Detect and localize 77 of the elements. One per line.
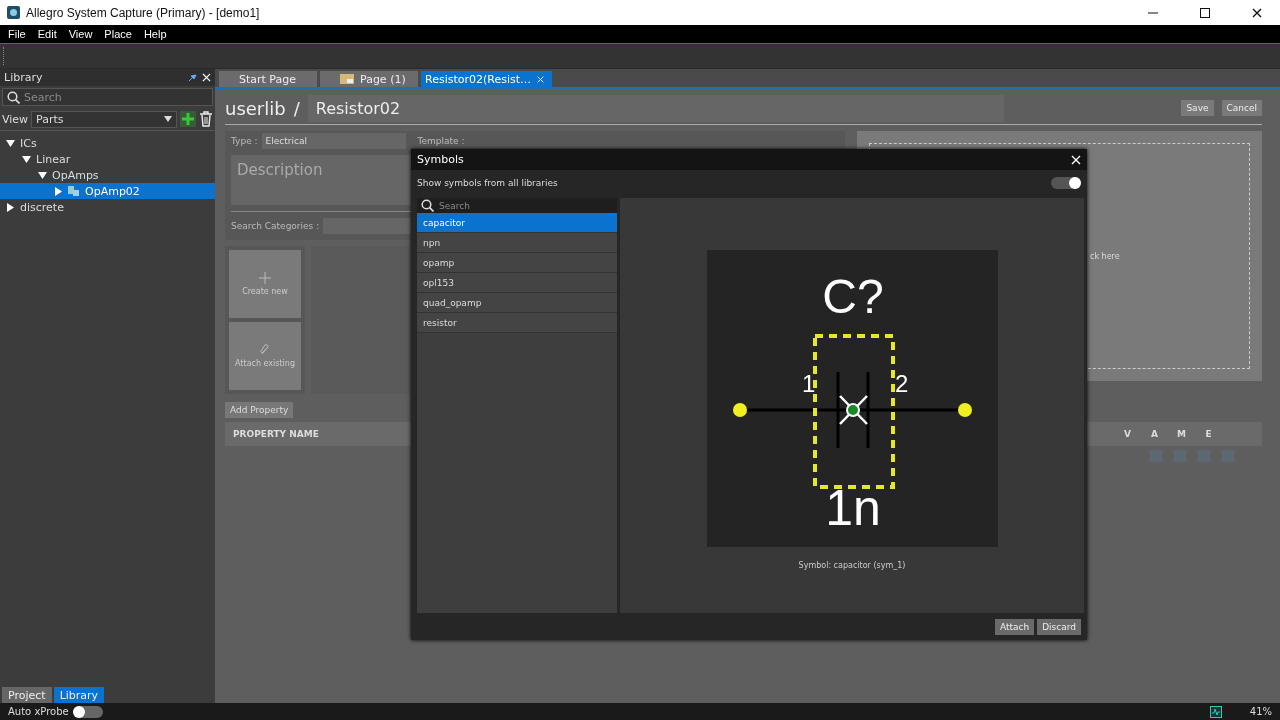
- column-header: V: [1123, 429, 1132, 439]
- dialog-button[interactable]: Attach: [994, 618, 1035, 635]
- document-tab[interactable]: Resistor02(Resist…: [421, 71, 553, 87]
- column-header: E: [1204, 429, 1213, 439]
- column-header: M: [1176, 429, 1187, 439]
- checkbox[interactable]: [1198, 450, 1210, 462]
- header-button[interactable]: Save: [1181, 100, 1214, 116]
- symbol-item[interactable]: opl153: [417, 273, 617, 293]
- page-icon: [340, 74, 354, 84]
- column-header: A: [1150, 429, 1159, 439]
- search-icon: [7, 90, 20, 104]
- status-icon[interactable]: [1209, 705, 1222, 718]
- attach-existing-tile[interactable]: Attach existing: [229, 322, 301, 390]
- search-field[interactable]: Search: [2, 88, 213, 106]
- pin-number: 1: [801, 370, 815, 397]
- pin-number: 2: [894, 370, 908, 397]
- plus-icon: [259, 272, 271, 284]
- view-dropdown[interactable]: Parts: [31, 110, 177, 128]
- library-name: userlib: [225, 97, 286, 119]
- part-name-field[interactable]: Resistor02: [307, 94, 1004, 122]
- reference-designator: C?: [821, 270, 884, 323]
- zoom-level: 41%: [1249, 706, 1272, 717]
- show-all-toggle[interactable]: [1051, 177, 1081, 189]
- minimize-icon[interactable]: [1148, 11, 1158, 14]
- menu-item[interactable]: View: [62, 28, 99, 40]
- type-dropdown[interactable]: Electrical: [261, 133, 406, 149]
- dialog-title: Symbols: [417, 153, 464, 166]
- document-tab[interactable]: Start Page: [219, 71, 317, 87]
- add-property-button[interactable]: Add Property: [225, 402, 294, 418]
- panel-title: Library: [4, 71, 44, 84]
- symbol-caption: Symbol: capacitor (sym_1): [798, 561, 906, 570]
- create-new-tile[interactable]: Create new: [229, 250, 301, 318]
- path-separator: /: [293, 97, 300, 119]
- xprobe-toggle[interactable]: [72, 705, 103, 718]
- search-categories-label: Search Categories :: [231, 221, 320, 231]
- tree-item[interactable]: Linear: [0, 151, 215, 167]
- type-label: Type :: [231, 136, 258, 146]
- panel-tab[interactable]: Project: [2, 687, 52, 703]
- symbol-item[interactable]: capacitor: [417, 213, 617, 233]
- checkbox[interactable]: [1174, 450, 1186, 462]
- template-label: Template :: [417, 136, 465, 146]
- search-icon: [421, 199, 434, 212]
- xprobe-label: Auto xProbe: [8, 706, 69, 717]
- value-label: 1n: [824, 480, 881, 536]
- symbol-item[interactable]: npn: [417, 233, 617, 253]
- dialog-button[interactable]: Discard: [1037, 618, 1081, 635]
- tree-item[interactable]: discrete: [0, 199, 215, 215]
- toggle-label: Show symbols from all libraries: [417, 178, 558, 188]
- search-field[interactable]: Search: [417, 198, 617, 213]
- tree-item[interactable]: ICs: [0, 135, 215, 151]
- caret-right-icon[interactable]: [54, 186, 63, 196]
- menu-item[interactable]: Edit: [31, 28, 63, 40]
- menu-item[interactable]: File: [2, 28, 32, 40]
- checkbox[interactable]: [1150, 450, 1162, 462]
- symbol-item[interactable]: opamp: [417, 253, 617, 273]
- document-tab[interactable]: Page (1): [320, 71, 418, 87]
- view-label: View: [2, 112, 29, 126]
- app-logo-icon: [7, 6, 20, 19]
- symbol-item[interactable]: resistor: [417, 313, 617, 333]
- checkbox[interactable]: [1222, 450, 1234, 462]
- window-title: Allegro System Capture (Primary) - [demo1]: [26, 5, 260, 20]
- dropdown-caret-icon[interactable]: [164, 116, 172, 122]
- part-icon: [68, 185, 80, 197]
- trash-icon[interactable]: [199, 111, 213, 127]
- menu-item[interactable]: Help: [137, 28, 173, 40]
- caret-right-icon[interactable]: [6, 202, 15, 212]
- tree-item[interactable]: OpAmp02: [0, 183, 215, 199]
- column-header: PROPERTY NAME: [232, 429, 320, 439]
- panel-tab[interactable]: Library: [53, 687, 105, 703]
- tree-item[interactable]: OpAmps: [0, 167, 215, 183]
- pin-icon[interactable]: [188, 73, 197, 82]
- maximize-icon[interactable]: [1200, 7, 1210, 18]
- close-icon[interactable]: [1252, 7, 1262, 18]
- header-button[interactable]: Cancel: [1221, 100, 1262, 116]
- symbol-item[interactable]: quad_opamp: [417, 293, 617, 313]
- menu-item[interactable]: Place: [98, 28, 138, 40]
- add-icon[interactable]: [180, 111, 196, 127]
